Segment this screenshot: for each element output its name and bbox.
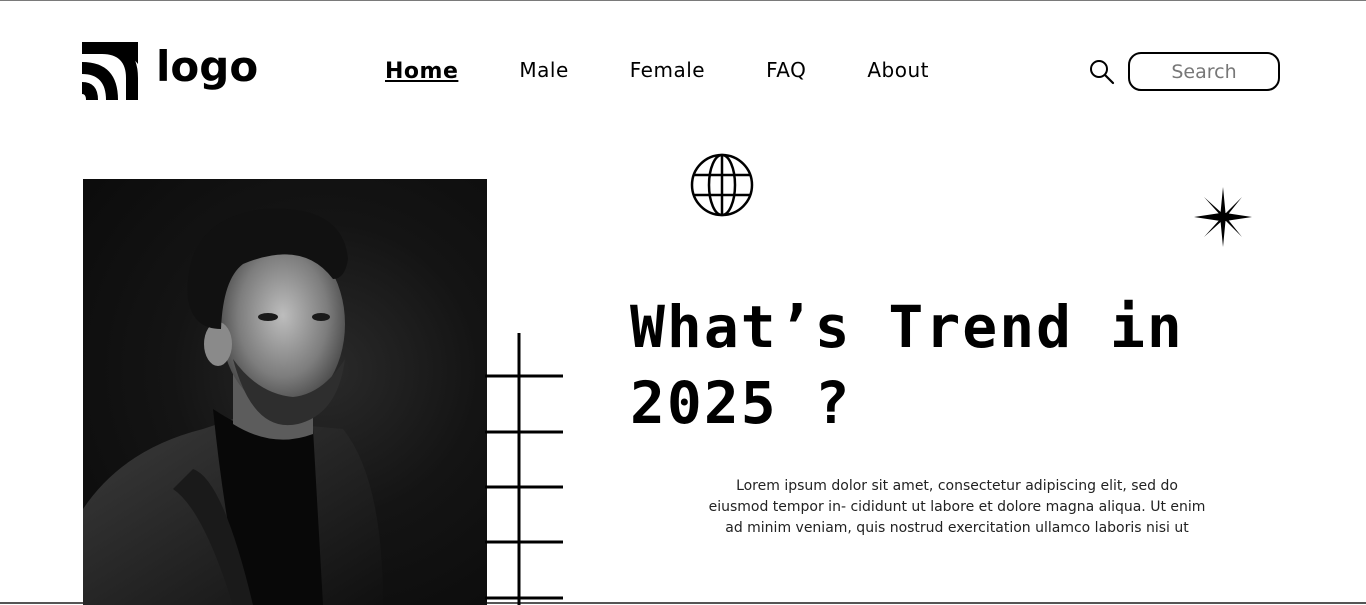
headline-line-2: 2025 ? xyxy=(630,369,852,437)
globe-icon xyxy=(690,153,754,217)
sparkle-icon xyxy=(1194,187,1252,247)
logo[interactable]: logo xyxy=(82,42,258,100)
search-box[interactable] xyxy=(1128,52,1280,91)
ladder-grid-decoration xyxy=(485,333,563,605)
nav-about[interactable]: About xyxy=(867,58,929,84)
main-nav: Home Male Female FAQ About xyxy=(385,58,990,84)
headline-line-1: What’s Trend in xyxy=(630,293,1184,361)
hero-description: Lorem ipsum dolor sit amet, consectetur … xyxy=(708,478,1206,536)
nav-faq[interactable]: FAQ xyxy=(766,58,806,84)
hero-headline: What’s Trend in 2025 ? xyxy=(630,289,1270,441)
portrait-photo xyxy=(83,179,487,605)
nav-male[interactable]: Male xyxy=(519,58,568,84)
search-icon[interactable] xyxy=(1089,59,1115,85)
nav-home[interactable]: Home xyxy=(385,59,458,84)
nav-female[interactable]: Female xyxy=(630,58,705,84)
portrait-illustration xyxy=(83,208,383,605)
logo-mark-icon xyxy=(82,42,138,100)
search-input[interactable] xyxy=(1147,59,1261,84)
logo-text: logo xyxy=(156,42,259,91)
